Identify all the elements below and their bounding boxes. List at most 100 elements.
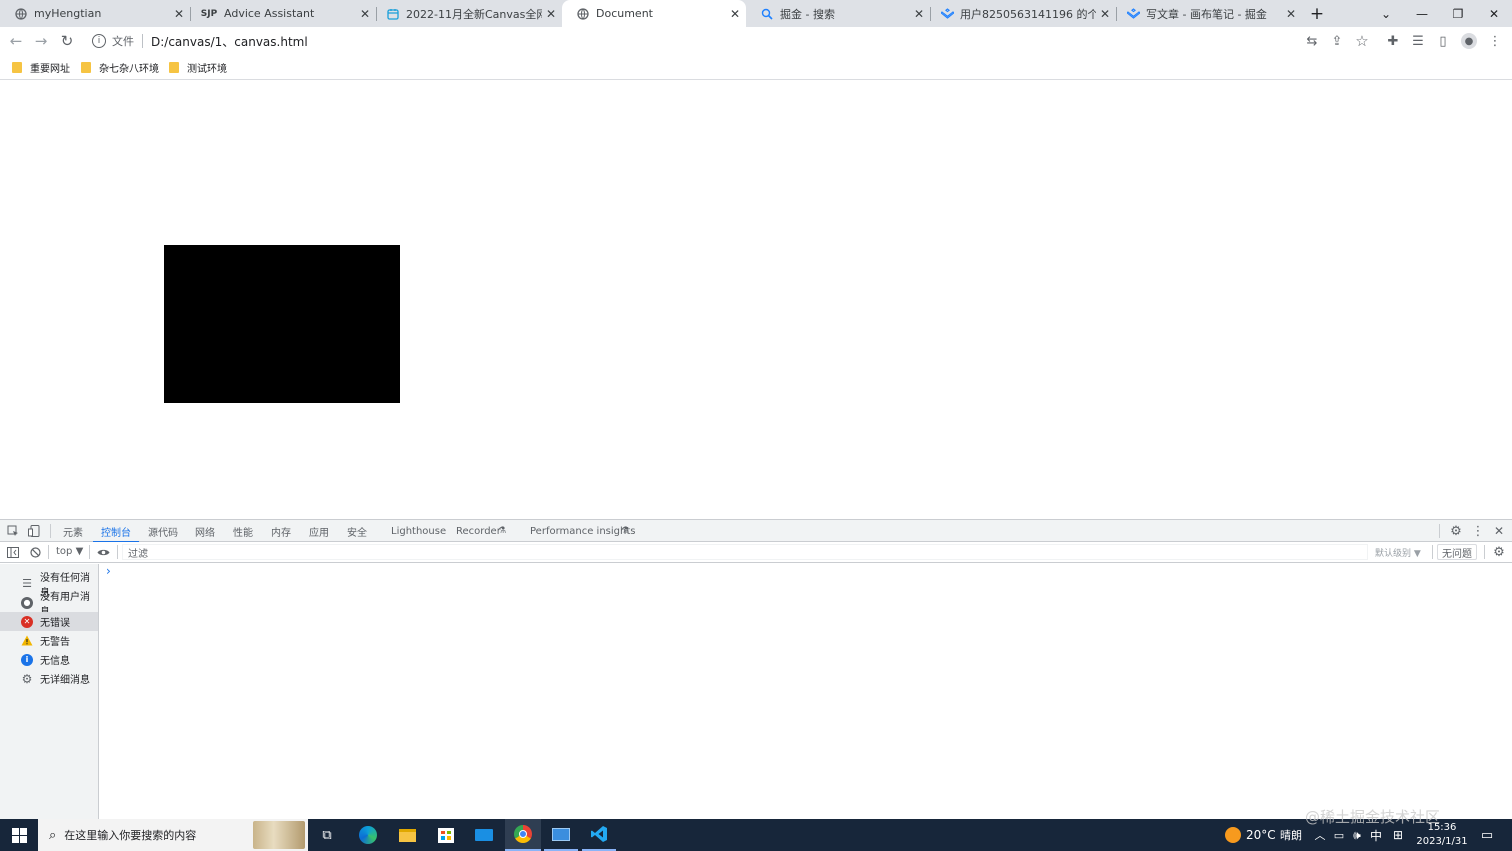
- share-icon[interactable]: ⇪: [1328, 32, 1346, 50]
- menu-icon[interactable]: ⋮: [1486, 32, 1504, 50]
- clear-console-icon[interactable]: [28, 545, 42, 559]
- bookmark-label: 重要网址: [30, 64, 70, 75]
- tab-elements[interactable]: 元素: [63, 520, 83, 542]
- tab-myhengtian[interactable]: myHengtian ✕: [0, 0, 190, 27]
- new-tab-button[interactable]: +: [1302, 0, 1332, 27]
- live-expression-eye-icon[interactable]: [95, 545, 111, 559]
- calendar-icon: [386, 7, 400, 21]
- remote-desktop-icon[interactable]: [544, 819, 578, 851]
- weather-description[interactable]: 晴朗: [1280, 819, 1302, 851]
- file-explorer-icon[interactable]: [391, 819, 423, 851]
- tab-juejin-search[interactable]: 掘金 - 搜索 ✕: [746, 0, 930, 27]
- tab-canvas-course[interactable]: 2022-11月全新Canvas全网最详 ✕: [372, 0, 562, 27]
- close-icon[interactable]: ✕: [542, 7, 560, 21]
- bookmark-label: 测试环境: [187, 64, 227, 75]
- bookmarks-bar: 重要网址 杂七杂八环境 测试环境: [0, 55, 1512, 80]
- back-icon[interactable]: ←: [6, 31, 26, 51]
- context-selector[interactable]: top ▼: [56, 546, 83, 557]
- tab-advice-assistant[interactable]: SJP Advice Assistant ✕: [186, 0, 376, 27]
- watermark-text: @稀土掘金技术社区: [1305, 808, 1441, 826]
- bookmark-folder[interactable]: 重要网址: [12, 60, 70, 75]
- devtools-tab-bar: 元素 控制台 源代码 网络 性能 内存 应用 安全 Lighthouse Rec…: [0, 520, 1512, 543]
- sidebar-item-errors[interactable]: ✕ 无错误: [0, 612, 98, 631]
- url-text[interactable]: D:/canvas/1、canvas.html: [151, 33, 308, 50]
- close-devtools-icon[interactable]: ✕: [1492, 523, 1506, 539]
- close-icon[interactable]: ✕: [726, 7, 744, 21]
- device-toolbar-icon[interactable]: [27, 524, 41, 538]
- bookmark-folder[interactable]: 测试环境: [169, 60, 227, 75]
- tab-security[interactable]: 安全: [347, 520, 367, 542]
- chrome-icon[interactable]: [505, 819, 541, 851]
- edge-icon[interactable]: [352, 819, 384, 851]
- vscode-icon[interactable]: [582, 819, 616, 851]
- forward-icon[interactable]: →: [31, 31, 51, 51]
- security-label: 文件: [112, 35, 134, 48]
- page-content: [0, 81, 1512, 519]
- console-settings-icon[interactable]: ⚙: [1491, 544, 1507, 560]
- issues-button[interactable]: 无问题: [1437, 544, 1477, 560]
- address-bar[interactable]: i 文件 D:/canvas/1、canvas.html: [86, 29, 1386, 53]
- side-panel-icon[interactable]: ▯: [1434, 32, 1452, 50]
- task-view-icon[interactable]: ⧉: [312, 819, 342, 851]
- log-levels-dropdown[interactable]: 默认级别 ▼: [1375, 546, 1421, 559]
- sidebar-item-info[interactable]: i 无信息: [0, 650, 98, 669]
- windows-start-icon[interactable]: [0, 819, 38, 851]
- bookmark-folder[interactable]: 杂七杂八环境: [81, 60, 159, 75]
- reload-icon[interactable]: ↻: [57, 31, 77, 51]
- sidebar-item-verbose[interactable]: ⚙ 无详细消息: [0, 669, 98, 688]
- tab-network[interactable]: 网络: [195, 520, 215, 542]
- juejin-icon: [940, 7, 954, 21]
- minimize-icon[interactable]: —: [1404, 0, 1440, 27]
- sidebar-item-warnings[interactable]: 无警告: [0, 631, 98, 650]
- search-icon: [760, 7, 774, 21]
- tab-lighthouse[interactable]: Lighthouse: [391, 520, 446, 542]
- juejin-icon: [1126, 7, 1140, 21]
- profile-icon[interactable]: ●: [1460, 32, 1478, 50]
- tab-strip: myHengtian ✕ SJP Advice Assistant ✕ 2022…: [0, 0, 1512, 27]
- tab-title: 用户8250563141196 的个人主: [960, 7, 1096, 21]
- extensions-icon[interactable]: ✚: [1384, 32, 1402, 50]
- tab-recorder[interactable]: Recorder: [456, 520, 501, 542]
- reading-list-icon[interactable]: ☰: [1409, 32, 1427, 50]
- tab-title: 掘金 - 搜索: [780, 7, 835, 21]
- bookmark-star-icon[interactable]: ☆: [1353, 32, 1371, 50]
- tab-memory[interactable]: 内存: [271, 520, 291, 542]
- tab-title: 2022-11月全新Canvas全网最详: [406, 7, 542, 21]
- mail-icon[interactable]: [468, 819, 500, 851]
- console-prompt[interactable]: ›: [106, 564, 111, 578]
- window-close-icon[interactable]: ✕: [1476, 0, 1512, 27]
- folder-icon: [81, 62, 91, 73]
- search-icon: ⌕: [49, 827, 57, 843]
- microsoft-store-icon[interactable]: [430, 819, 462, 851]
- console-sidebar: ☰ 没有任何消息 ● 没有用户消息 ✕ 无错误 无警告 i 无信息 ⚙ 无详细消…: [0, 564, 99, 820]
- tab-juejin-profile[interactable]: 用户8250563141196 的个人主 ✕: [926, 0, 1116, 27]
- weather-temperature[interactable]: 20°C: [1246, 819, 1276, 851]
- tab-title: Advice Assistant: [224, 7, 315, 20]
- gear-icon: ⚙: [21, 671, 33, 686]
- tab-sources[interactable]: 源代码: [148, 520, 178, 542]
- sidebar-item-label: 无详细消息: [40, 675, 90, 686]
- more-options-icon[interactable]: ⋮: [1471, 523, 1485, 539]
- settings-gear-icon[interactable]: ⚙: [1448, 523, 1464, 539]
- sidebar-toggle-icon[interactable]: [6, 545, 20, 559]
- inspect-element-icon[interactable]: [6, 524, 20, 538]
- taskbar-search-placeholder: 在这里输入你要搜索的内容: [64, 829, 197, 842]
- tab-application[interactable]: 应用: [309, 520, 329, 542]
- clock-date: 2023/1/31: [1416, 836, 1468, 847]
- translate-icon[interactable]: ⇆: [1303, 32, 1321, 50]
- taskbar-search-box[interactable]: ⌕ 在这里输入你要搜索的内容: [38, 819, 308, 851]
- notification-icon[interactable]: ▭: [1476, 819, 1498, 851]
- tab-juejin-write[interactable]: 写文章 - 画布笔记 - 掘金 ✕: [1112, 0, 1302, 27]
- error-icon: ✕: [21, 615, 33, 628]
- tab-performance[interactable]: 性能: [233, 520, 253, 542]
- close-icon[interactable]: ✕: [1282, 7, 1300, 21]
- info-icon[interactable]: i: [92, 34, 106, 48]
- tab-search-icon[interactable]: ⌄: [1368, 0, 1404, 27]
- restore-icon[interactable]: ❐: [1440, 0, 1476, 27]
- tab-console[interactable]: 控制台: [93, 520, 139, 543]
- filter-input[interactable]: 过滤: [122, 544, 1368, 560]
- sidebar-item-label: 无警告: [40, 637, 70, 648]
- tab-document[interactable]: Document ✕: [562, 0, 746, 27]
- sidebar-item-user-messages[interactable]: ● 没有用户消息: [0, 592, 98, 618]
- folder-icon: [12, 62, 22, 73]
